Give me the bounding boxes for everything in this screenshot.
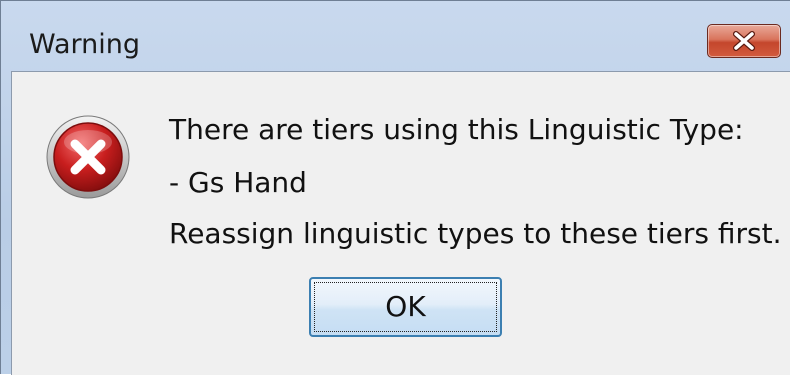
dialog-title: Warning	[29, 29, 141, 60]
ok-button-label: OK	[385, 290, 426, 323]
message-line-2: - Gs Hand	[169, 166, 307, 199]
dialog-content: There are tiers using this Linguistic Ty…	[11, 71, 790, 375]
warning-dialog: Warning There are tiers using this Lingu…	[0, 0, 790, 375]
close-button[interactable]	[707, 24, 781, 58]
message-line-3: Reassign linguistic types to these tiers…	[169, 217, 782, 250]
title-bar[interactable]: Warning	[1, 1, 790, 73]
ok-button[interactable]: OK	[309, 277, 502, 337]
error-icon	[45, 114, 131, 200]
message-line-1: There are tiers using this Linguistic Ty…	[169, 113, 744, 146]
close-x-icon	[731, 31, 757, 51]
